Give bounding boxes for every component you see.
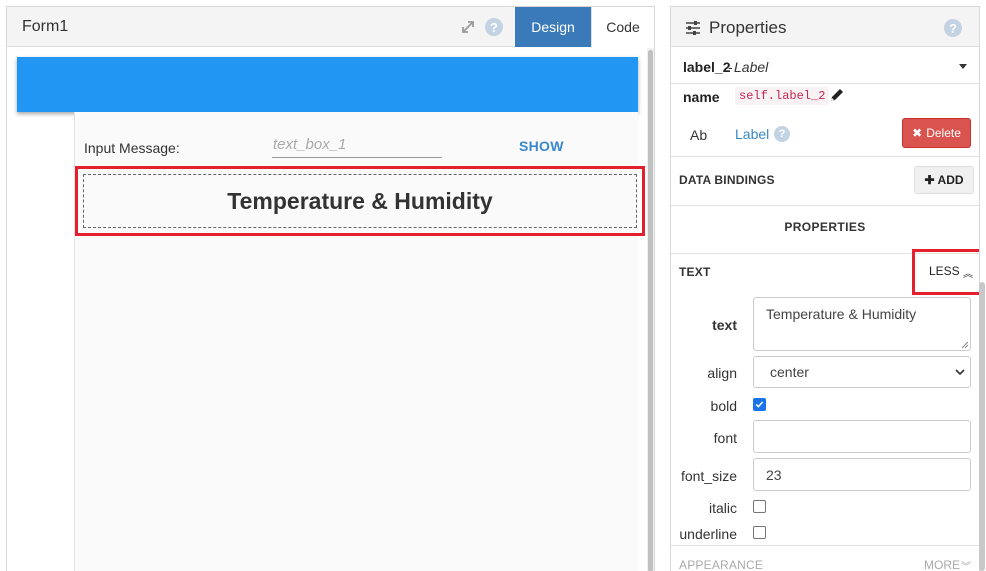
appearance-section[interactable]: APPEARANCE MORE ︾	[671, 545, 979, 571]
pencil-icon[interactable]	[829, 87, 845, 103]
form-title: Form1	[22, 18, 69, 35]
properties-heading: PROPERTIES	[784, 220, 866, 234]
properties-scrollbar[interactable]	[979, 282, 985, 571]
add-binding-button[interactable]: ✚ ADD	[914, 166, 974, 194]
bold-field-label: bold	[710, 398, 737, 414]
more-button[interactable]: MORE	[924, 558, 960, 571]
chevron-down-double-icon[interactable]: ︾	[961, 558, 971, 571]
component-selector[interactable]: label_2 - Label	[671, 48, 979, 84]
plus-icon: ✚	[924, 173, 935, 187]
name-value: self.label_2	[735, 87, 830, 105]
form-designer-panel: Form1 ? Design Code Input Message: SHOW …	[6, 6, 655, 571]
label-help-icon[interactable]: ?	[774, 126, 790, 142]
expand-icon[interactable]	[459, 18, 477, 36]
align-field-label: align	[707, 365, 737, 381]
divider	[671, 156, 979, 157]
bold-checkbox[interactable]	[753, 398, 766, 411]
font-input[interactable]	[753, 420, 971, 453]
form-header: Form1 ? Design Code	[7, 7, 654, 47]
resize-grip-icon[interactable]	[961, 341, 969, 349]
data-bindings-label: DATA BINDINGS	[679, 173, 775, 187]
form-help-icon[interactable]: ?	[485, 18, 503, 36]
check-icon	[755, 401, 764, 408]
ab-type-icon: Ab	[690, 127, 708, 143]
text-section-label: TEXT	[679, 265, 711, 279]
form-scrollbar-thumb[interactable]	[648, 50, 653, 571]
tab-design[interactable]: Design	[515, 7, 591, 47]
underline-checkbox[interactable]	[753, 526, 766, 539]
selected-label-highlight: Temperature & Humidity	[75, 166, 645, 236]
component-separator: -	[728, 59, 733, 75]
app-header-banner[interactable]	[17, 57, 638, 112]
properties-help-icon[interactable]: ?	[944, 19, 962, 37]
tab-code[interactable]: Code	[591, 7, 654, 47]
add-button-label: ADD	[937, 173, 964, 187]
font-size-input[interactable]: 23	[753, 458, 971, 491]
underline-field-label: underline	[679, 526, 737, 542]
properties-title: Properties	[709, 18, 787, 37]
content-panel[interactable]: Input Message: SHOW Temperature & Humidi…	[74, 112, 645, 571]
delete-button[interactable]: ✖ Delete	[902, 118, 971, 148]
label-2-component[interactable]: Temperature & Humidity	[83, 174, 637, 228]
sliders-icon	[686, 21, 700, 35]
font-field-label: font	[713, 430, 737, 446]
component-name: label_2	[683, 59, 731, 75]
label-type-link[interactable]: Label	[735, 126, 769, 142]
text-field-input[interactable]: Temperature & Humidity	[753, 297, 971, 351]
align-select[interactable]: center	[753, 356, 971, 388]
chevron-down-icon[interactable]	[955, 367, 965, 377]
close-icon: ✖	[912, 126, 923, 140]
properties-header: Properties ?	[671, 7, 979, 47]
italic-checkbox[interactable]	[753, 500, 766, 513]
font-size-field-label: font_size	[680, 468, 737, 484]
show-button[interactable]: SHOW	[519, 138, 564, 154]
component-type: Label	[734, 59, 769, 75]
properties-panel: Properties ? label_2 - Label name self.l…	[670, 6, 980, 571]
less-button[interactable]: LESS	[929, 264, 960, 278]
form-canvas: Input Message: SHOW Temperature & Humidi…	[7, 48, 654, 571]
text-box-1[interactable]	[272, 132, 442, 158]
name-label: name	[683, 89, 720, 105]
italic-field-label: italic	[708, 500, 737, 516]
chevron-up-icon[interactable]: ︽	[963, 265, 973, 280]
appearance-label: APPEARANCE	[679, 558, 764, 571]
divider	[671, 205, 979, 206]
delete-button-label: Delete	[926, 126, 961, 140]
input-message-label[interactable]: Input Message:	[84, 140, 180, 156]
caret-down-icon[interactable]	[959, 64, 967, 69]
text-field-label: text	[712, 317, 737, 333]
